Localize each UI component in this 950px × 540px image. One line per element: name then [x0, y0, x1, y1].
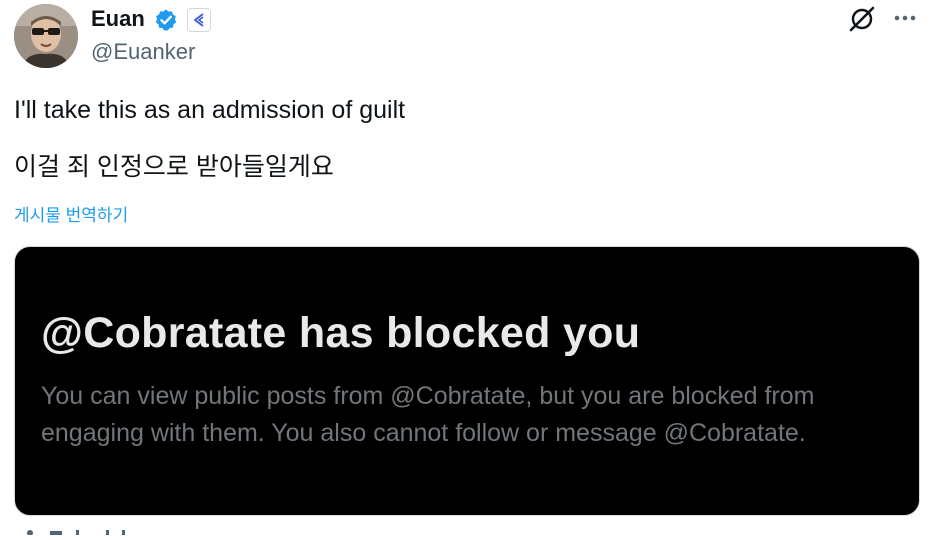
avatar-image: [14, 4, 78, 68]
translate-post-link[interactable]: 게시물 번역하기: [14, 201, 128, 226]
affiliate-badge-icon[interactable]: [187, 8, 211, 32]
more-icon[interactable]: [891, 4, 919, 32]
grok-icon[interactable]: [848, 5, 876, 33]
attached-image[interactable]: @Cobratate has blocked you You can view …: [14, 246, 920, 516]
author-name[interactable]: Euan: [91, 6, 145, 32]
media-blocked-title: @Cobratate has blocked you: [41, 309, 641, 357]
tweet-text-line: I'll take this as an admission of guilt: [14, 96, 406, 124]
cut-off-footer-icon: [20, 522, 140, 536]
author-handle[interactable]: @Euanker: [91, 39, 195, 65]
media-blocked-description: You can view public posts from @Cobratat…: [41, 382, 815, 447]
avatar[interactable]: [14, 4, 78, 68]
verified-badge-icon[interactable]: [154, 8, 178, 32]
tweet-text-line-korean: 이걸 죄 인정으로 받아들일게요: [14, 153, 334, 181]
